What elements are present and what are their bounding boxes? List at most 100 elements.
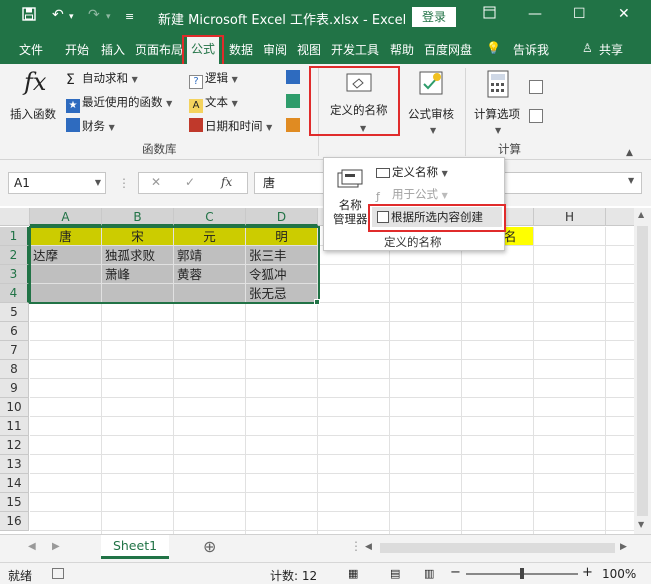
enter-icon[interactable]: ✓ [185,175,195,189]
lookup-button[interactable] [286,70,302,85]
add-sheet-icon[interactable]: ⊕ [203,537,216,556]
cell-c4[interactable] [174,284,246,303]
scroll-down-icon[interactable]: ▼ [638,520,644,529]
ribbon-display-icon[interactable] [483,6,496,23]
column-header-d[interactable]: D [246,208,318,226]
scroll-right-icon[interactable]: ▶ [620,542,627,552]
math-button[interactable] [286,94,302,109]
cell-b3[interactable]: 萧峰 [102,265,174,284]
maximize-icon[interactable]: ☐ [573,6,586,22]
collapse-ribbon-icon[interactable]: ▲ [626,144,633,158]
redo-icon[interactable]: ↷ [88,7,100,23]
tab-baidu-netdisk[interactable]: 百度网盘 [424,41,472,58]
customize-qat-icon[interactable]: ≡ [125,10,134,23]
lightbulb-icon[interactable]: 💡 [486,41,501,55]
macro-record-icon[interactable] [52,568,64,579]
cell-b4[interactable] [102,284,174,303]
normal-view-icon[interactable]: ▦ [348,567,358,580]
insert-function-icon[interactable]: fx [221,175,232,189]
zoom-thumb[interactable] [520,568,524,579]
column-header-c[interactable]: C [174,208,246,226]
cell-a1[interactable]: 唐 [30,227,102,246]
scroll-thumb[interactable] [637,226,648,516]
chevron-down-icon[interactable]: ▼ [95,173,101,193]
split-handle-icon[interactable]: ⋮ [350,539,362,553]
finance-button[interactable]: 财务 ▼ [66,118,115,134]
redo-dropdown-icon[interactable]: ▾ [106,12,111,22]
row-header-6[interactable]: 6 [0,322,29,341]
text-button[interactable]: A 文本 ▼ [189,94,238,113]
expand-formula-icon[interactable]: ▼ [628,176,634,185]
row-header-3[interactable]: 3 [0,265,29,284]
autosum-button[interactable]: Σ 自动求和 ▼ [66,70,138,88]
page-layout-view-icon[interactable]: ▤ [390,567,400,580]
column-header-a[interactable]: A [30,208,102,226]
tab-review[interactable]: 审阅 [263,41,287,58]
cell-a2[interactable]: 达摩 [30,246,102,265]
tell-me[interactable]: 告诉我 [513,41,549,58]
share-icon[interactable]: ♙ [582,41,593,55]
row-header-10[interactable]: 10 [0,398,29,417]
zoom-level[interactable]: 100% [602,567,636,581]
tab-data[interactable]: 数据 [229,41,253,58]
minimize-icon[interactable]: — [528,6,542,22]
define-name-button[interactable]: 定义名称 ▼ [376,164,448,180]
tab-help[interactable]: 帮助 [390,41,414,58]
worksheet-grid[interactable]: A B C D E F G H 1 2 3 4 5 6 7 8 9 10 11 … [0,208,634,534]
undo-dropdown-icon[interactable]: ▾ [69,12,74,22]
row-header-12[interactable]: 12 [0,436,29,455]
zoom-in-icon[interactable]: + [582,565,593,580]
name-manager-button[interactable]: 名称 管理器 [333,198,368,226]
select-all-corner[interactable] [0,208,30,226]
row-header-14[interactable]: 14 [0,474,29,493]
share-button[interactable]: 共享 [599,41,623,58]
page-break-view-icon[interactable]: ▥ [424,567,434,580]
tab-home[interactable]: 开始 [65,41,89,58]
login-button[interactable]: 登录 [412,7,456,27]
prev-sheet-icon[interactable]: ◀ [28,541,36,552]
row-header-11[interactable]: 11 [0,417,29,436]
row-header-7[interactable]: 7 [0,341,29,360]
row-header-13[interactable]: 13 [0,455,29,474]
scroll-left-icon[interactable]: ◀ [365,542,372,552]
calc-sheet-icon[interactable] [529,109,545,124]
cell-d1[interactable]: 明 [246,227,318,246]
row-header-8[interactable]: 8 [0,360,29,379]
tab-developer[interactable]: 开发工具 [331,41,379,58]
horizontal-scrollbar[interactable] [380,543,615,553]
vertical-scrollbar[interactable]: ▲ ▼ [634,208,651,534]
sheet-tab-sheet1[interactable]: Sheet1 [101,535,169,559]
row-header-1[interactable]: 1 [0,227,29,246]
close-icon[interactable]: ✕ [618,6,630,22]
cell-c2[interactable]: 郭靖 [174,246,246,265]
undo-icon[interactable]: ↶ [52,7,64,23]
row-header-4[interactable]: 4 [0,284,29,303]
row-header-16[interactable]: 16 [0,512,29,531]
tab-page-layout[interactable]: 页面布局 [135,41,183,58]
cancel-icon[interactable]: ✕ [151,175,161,189]
datetime-button[interactable]: 日期和时间 ▼ [189,118,272,134]
cell-d3[interactable]: 令狐冲 [246,265,318,284]
column-header-b[interactable]: B [102,208,174,226]
row-header-2[interactable]: 2 [0,246,29,265]
scroll-up-icon[interactable]: ▲ [638,210,644,219]
name-box[interactable]: A1 ▼ [8,172,106,194]
cell-d2[interactable]: 张三丰 [246,246,318,265]
tab-file[interactable]: 文件 [19,41,43,58]
row-header-9[interactable]: 9 [0,379,29,398]
tab-view[interactable]: 视图 [297,41,321,58]
cell-a3[interactable] [30,265,102,284]
formula-audit-button[interactable]: 公式审核 [408,106,454,122]
fill-handle[interactable] [314,299,320,305]
column-header-h[interactable]: H [534,208,606,226]
cell-a4[interactable] [30,284,102,303]
cell-c3[interactable]: 黄蓉 [174,265,246,284]
cell-c1[interactable]: 元 [174,227,246,246]
next-sheet-icon[interactable]: ▶ [52,541,60,552]
insert-function-button[interactable]: 插入函数 [10,106,56,122]
recent-functions-button[interactable]: ★ 最近使用的函数 ▼ [66,94,172,113]
tab-insert[interactable]: 插入 [101,41,125,58]
cell-b1[interactable]: 宋 [102,227,174,246]
save-icon[interactable] [22,7,36,25]
logical-button[interactable]: ? 逻辑 ▼ [189,70,238,89]
